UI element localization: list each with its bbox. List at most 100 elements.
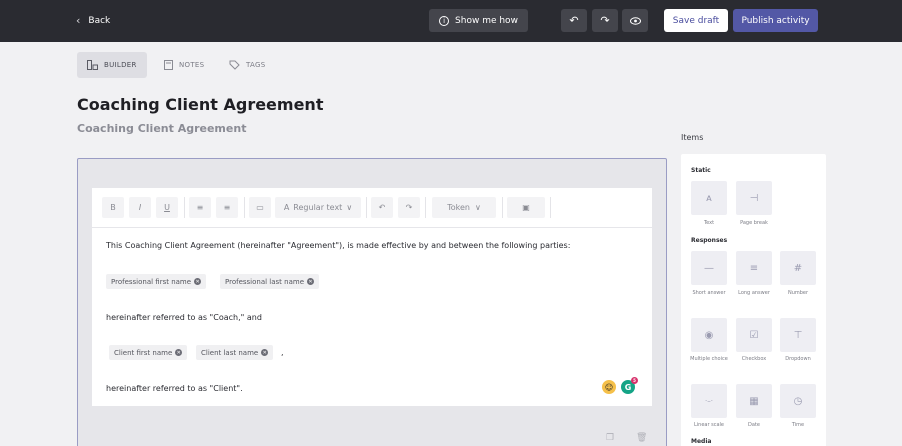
remove-chip-icon[interactable]: ✕ (261, 349, 269, 356)
remove-chip-icon[interactable]: ✕ (175, 349, 183, 356)
back-button[interactable]: ‹ Back (76, 14, 110, 27)
paragraph-1: This Coaching Client Agreement (hereinaf… (106, 241, 571, 250)
toolbar-divider (502, 197, 503, 218)
remove-chip-icon[interactable]: ✕ (194, 278, 202, 285)
token-chip[interactable]: Client last name ✕ (196, 345, 274, 360)
long-answer-icon: ≡ (749, 262, 759, 274)
duplicate-icon[interactable]: ❐ (606, 433, 614, 443)
image-button[interactable]: ▣ (507, 197, 545, 218)
item-long-answer-label: Long answer (738, 290, 770, 296)
page-break-icon: ⊣ (749, 192, 759, 204)
tab-notes-label: NOTES (179, 61, 205, 69)
token-chip-label: Professional last name (225, 277, 304, 286)
redo-button[interactable]: ↷ (592, 9, 618, 32)
token-dropdown[interactable]: Token ∨ (432, 197, 496, 218)
item-text[interactable]: ᴀ (691, 181, 727, 215)
text-icon: ᴀ (706, 192, 712, 204)
token-chip-label: Professional first name (111, 277, 192, 286)
italic-button[interactable]: I (129, 197, 151, 218)
item-linear-scale[interactable]: ·–· (691, 384, 727, 418)
link-button[interactable]: ▭ (249, 197, 271, 218)
item-linear-scale-label: Linear scale (693, 422, 724, 428)
eye-icon (629, 16, 641, 25)
item-number[interactable]: # (780, 251, 816, 285)
emoji-icon[interactable]: ☺ (602, 380, 616, 394)
trash-icon[interactable]: 🗑 (636, 433, 647, 443)
text-editor[interactable]: B I U ≡ ≡ ▭ A Regular text ∨ ↶ ↷ Token ∨… (92, 188, 652, 406)
text-style-icon: A (283, 203, 290, 212)
item-long-answer[interactable]: ≡ (736, 251, 772, 285)
grammarly-icon[interactable]: G 5 (621, 377, 638, 394)
token-chip[interactable]: Client first name ✕ (109, 345, 188, 360)
show-me-how-button[interactable]: i Show me how (429, 9, 528, 32)
italic-icon: I (138, 203, 142, 212)
item-time-label: Time (791, 422, 805, 428)
text-style-dropdown[interactable]: A Regular text ∨ (275, 197, 361, 218)
tab-tags[interactable]: TAGS (219, 52, 275, 78)
toolbar-divider (550, 197, 551, 218)
token-chip-label: Client first name (114, 348, 173, 357)
clock-icon: ◷ (793, 395, 803, 407)
editor-redo-button[interactable]: ↷ (398, 197, 420, 218)
undo-icon: ↶ (569, 14, 579, 27)
bold-button[interactable]: B (102, 197, 124, 218)
item-dropdown[interactable]: ⊤ (780, 318, 816, 352)
paragraph-2: hereinafter referred to as "Coach," and (106, 313, 262, 322)
text-style-label: Regular text (293, 203, 343, 212)
dropdown-icon: ⊤ (793, 329, 803, 341)
builder-icon (87, 60, 98, 70)
item-short-answer[interactable]: — (691, 251, 727, 285)
publish-activity-button[interactable]: Publish activity (733, 9, 818, 32)
bold-icon: B (110, 203, 116, 212)
preview-button[interactable] (622, 9, 648, 32)
hash-icon: # (793, 262, 803, 274)
item-short-answer-label: Short answer (692, 290, 726, 296)
item-checkbox[interactable]: ☑ (736, 318, 772, 352)
paragraph-3: hereinafter referred to as "Client". (106, 384, 243, 393)
item-date[interactable]: ▦ (736, 384, 772, 418)
undo-icon: ↶ (378, 203, 386, 212)
chevron-down-icon: ∨ (474, 203, 481, 212)
item-page-break[interactable]: ⊣ (736, 181, 772, 215)
numbered-list-button[interactable]: ≡ (216, 197, 238, 218)
page-title: Coaching Client Agreement (77, 95, 324, 114)
info-icon: i (439, 15, 450, 26)
token-label: Token (447, 203, 470, 212)
token-chip[interactable]: Professional first name ✕ (106, 274, 207, 289)
item-multiple-choice[interactable]: ◉ (691, 318, 727, 352)
item-checkbox-label: Checkbox (741, 356, 767, 362)
tab-builder[interactable]: BUILDER (77, 52, 147, 78)
chip-suffix: , (281, 348, 284, 357)
item-time[interactable]: ◷ (780, 384, 816, 418)
bullet-list-button[interactable]: ≡ (189, 197, 211, 218)
media-heading: Media (691, 438, 712, 445)
undo-button[interactable]: ↶ (561, 9, 587, 32)
checkbox-icon: ☑ (749, 329, 759, 341)
editor-undo-button[interactable]: ↶ (371, 197, 393, 218)
item-date-label: Date (748, 422, 760, 428)
save-draft-button[interactable]: Save draft (664, 9, 728, 32)
toolbar-divider (366, 197, 367, 218)
item-text-label: Text (703, 220, 715, 226)
underline-button[interactable]: U (156, 197, 178, 218)
item-page-break-label: Page break (740, 220, 768, 226)
page-subtitle: Coaching Client Agreement (77, 122, 247, 135)
radio-icon: ◉ (704, 329, 714, 341)
show-me-how-label: Show me how (455, 15, 518, 26)
tab-tags-label: TAGS (246, 61, 266, 69)
chevron-down-icon: ∨ (346, 203, 353, 212)
responses-heading: Responses (691, 237, 728, 244)
tag-icon (229, 60, 240, 70)
underline-icon: U (164, 203, 170, 212)
tab-notes[interactable]: NOTES (154, 52, 214, 78)
linear-scale-icon: ·–· (705, 397, 713, 405)
grammarly-badge: 5 (631, 377, 638, 384)
tab-builder-label: BUILDER (104, 61, 137, 69)
notes-icon (164, 60, 173, 70)
toolbar-divider (425, 197, 426, 218)
calendar-icon: ▦ (749, 395, 759, 407)
token-chip-label: Client last name (201, 348, 259, 357)
token-chip[interactable]: Professional last name ✕ (220, 274, 319, 289)
items-title: Items (681, 133, 704, 142)
remove-chip-icon[interactable]: ✕ (307, 278, 314, 285)
